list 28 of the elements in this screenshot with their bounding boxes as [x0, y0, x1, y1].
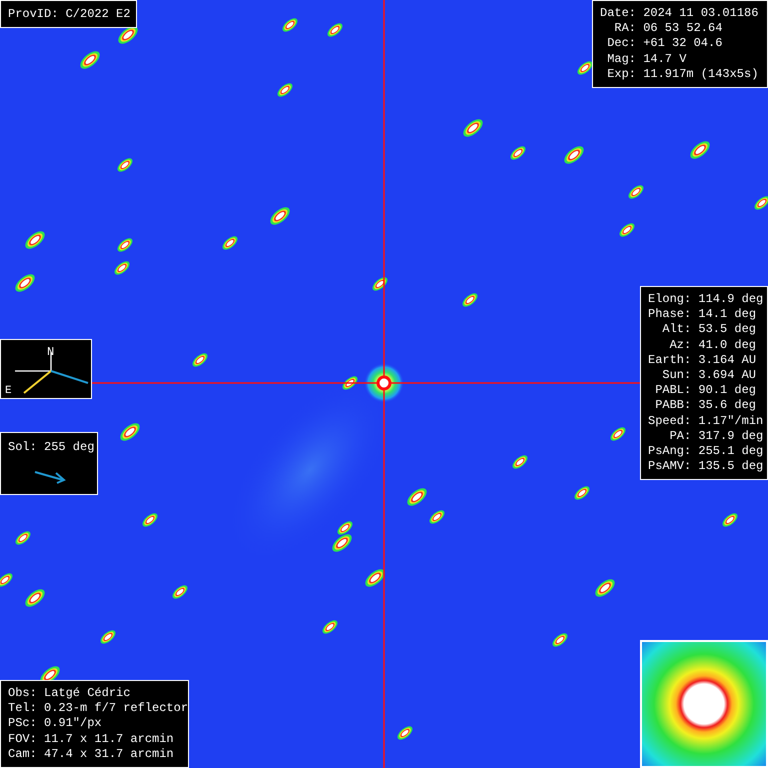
provisional-id-label: ProvID: C/2022 E2: [0, 0, 138, 28]
info-line: Az: 41.0 deg: [668, 338, 756, 353]
info-line: Dec: +61 32 04.6: [606, 36, 722, 52]
info-line: PsAng: 255.1 deg: [648, 444, 764, 460]
info-line: Elong: 114.9 deg: [648, 292, 764, 308]
east-label: E: [5, 385, 12, 397]
info-line: PABL: 90.1 deg: [654, 383, 756, 398]
info-line: RA: 06 53 52.64: [613, 21, 722, 36]
info-line: Date: 2024 11 03.01186: [600, 6, 758, 22]
info-line: Tel: 0.23-m f/7 reflector: [8, 701, 188, 716]
info-line: Alt: 53.5 deg: [661, 322, 756, 338]
north-label: N: [47, 345, 54, 359]
info-line: Obs: Latgé Cédric: [8, 686, 130, 702]
info-line: PA: 317.9 deg: [668, 428, 764, 444]
info-line: Mag: 14.7 V: [606, 52, 686, 67]
info-line: FOV: 11.7 x 11.7 arcmin: [8, 732, 174, 747]
target-marker-icon: [376, 376, 392, 390]
info-line: PsAMV: 135.5 deg: [648, 459, 764, 474]
info-line: Exp: 11.917m (143x5s): [606, 66, 758, 82]
info-line: PABB: 35.6 deg: [654, 398, 756, 414]
info-line: Speed: 1.17"/min: [648, 414, 764, 429]
info-line: Earth: 3.164 AU: [648, 352, 756, 368]
info-line: PSc: 0.91"/px: [8, 716, 102, 732]
info-line: Cam: 47.4 x 31.7 arcmin: [8, 746, 174, 762]
arrow-icon: [34, 470, 66, 484]
info-line: Phase: 14.1 deg: [648, 307, 756, 322]
sun-direction-label: Sol: 255 deg: [8, 440, 94, 454]
info-line: Sun: 3.694 AU: [661, 368, 756, 384]
